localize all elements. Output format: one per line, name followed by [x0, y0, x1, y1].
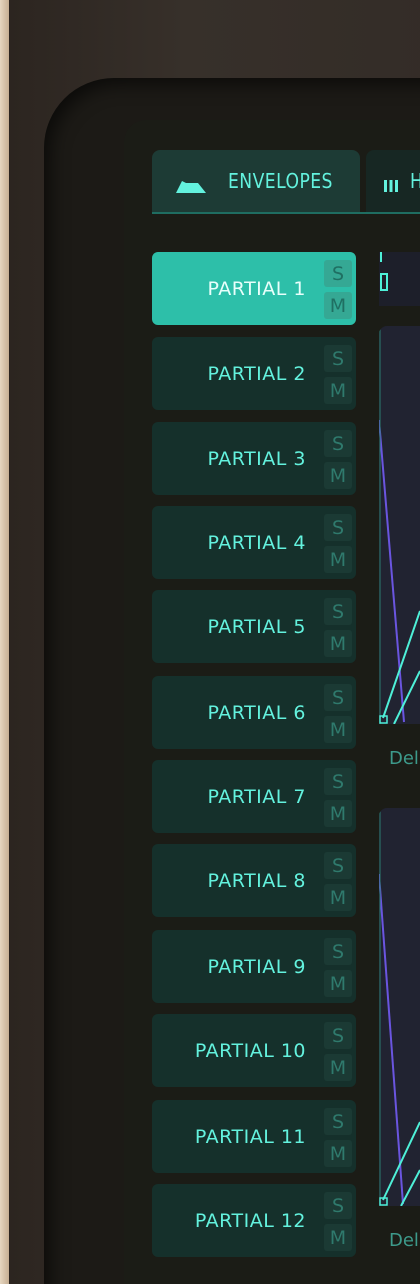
mute-button[interactable]: M [324, 292, 352, 319]
partial-row-3[interactable]: PARTIAL 3 SM [152, 422, 356, 495]
partial-label: PARTIAL 12 [194, 1209, 306, 1232]
partial-label: PARTIAL 6 [207, 701, 306, 724]
partial-label: PARTIAL 2 [207, 362, 306, 385]
partial-label: PARTIAL 1 [207, 277, 306, 300]
envelope-header-strip [379, 252, 420, 306]
mute-button[interactable]: M [324, 630, 352, 657]
synth-window: ENVELOPES H PARTIAL 1SMPARTIAL 2SMPARTIA… [0, 0, 420, 1284]
partial-label: PARTIAL 4 [207, 531, 306, 554]
tab-underline [152, 212, 420, 214]
partial-row-4[interactable]: PARTIAL 4 SM [152, 506, 356, 579]
solo-button[interactable]: S [324, 345, 352, 372]
solo-button[interactable]: S [324, 1022, 352, 1049]
partial-row-11[interactable]: PARTIAL 11 S M [152, 1100, 356, 1173]
envelope-caption-1: Del [389, 748, 419, 769]
mute-button[interactable]: M [324, 1140, 352, 1167]
envelope-caption-2: Del [389, 1230, 419, 1251]
keyboard-icon [384, 174, 398, 192]
partial-label: PARTIAL 9 [207, 955, 306, 978]
partial-row-6[interactable]: PARTIAL 6 SM [152, 676, 356, 749]
mute-button[interactable]: M [324, 1224, 352, 1251]
solo-button[interactable]: S [324, 1108, 352, 1135]
mute-button[interactable]: M [324, 800, 352, 827]
partial-row-5[interactable]: PARTIAL 5 SM [152, 590, 356, 663]
partial-label: PARTIAL 7 [207, 785, 306, 808]
mute-button[interactable]: M [324, 1054, 352, 1081]
tab-envelopes[interactable]: ENVELOPES [152, 150, 360, 212]
solo-button[interactable]: S [324, 1192, 352, 1219]
solo-button[interactable]: S [324, 938, 352, 965]
envelope-shape-icon [176, 174, 206, 193]
envelope-graph-1[interactable] [379, 326, 420, 724]
mute-button[interactable]: M [324, 716, 352, 743]
tab-h-label: H [410, 169, 420, 193]
mute-button[interactable]: M [324, 546, 352, 573]
partial-label: PARTIAL 5 [207, 615, 306, 638]
solo-button[interactable]: S [324, 768, 352, 795]
partial-label: PARTIAL 11 [194, 1125, 306, 1148]
solo-button[interactable]: S [324, 598, 352, 625]
partial-row-1[interactable]: PARTIAL 1 SM [152, 252, 356, 325]
partial-row-9[interactable]: PARTIAL 9 SM [152, 930, 356, 1003]
solo-button[interactable]: S [324, 852, 352, 879]
tab-h[interactable]: H [366, 150, 420, 212]
mute-button[interactable]: M [324, 884, 352, 911]
solo-button[interactable]: S [324, 684, 352, 711]
mute-button[interactable]: M [324, 377, 352, 404]
partial-row-12[interactable]: PARTIAL 12 S M [152, 1184, 356, 1257]
solo-button[interactable]: S [324, 514, 352, 541]
mute-button[interactable]: M [324, 970, 352, 997]
partial-label: PARTIAL 10 [194, 1039, 306, 1062]
partial-label: PARTIAL 3 [207, 447, 306, 470]
partial-row-8[interactable]: PARTIAL 8 SM [152, 844, 356, 917]
partial-row-10[interactable]: PARTIAL 10 S M [152, 1014, 356, 1087]
mute-button[interactable]: M [324, 462, 352, 489]
solo-button[interactable]: S [324, 260, 352, 287]
tab-envelopes-label: ENVELOPES [228, 169, 333, 193]
envelope-graph-2[interactable] [379, 808, 420, 1206]
partial-row-7[interactable]: PARTIAL 7 SM [152, 760, 356, 833]
partial-label: PARTIAL 8 [207, 869, 306, 892]
solo-button[interactable]: S [324, 430, 352, 457]
partial-row-2[interactable]: PARTIAL 2 SM [152, 337, 356, 410]
